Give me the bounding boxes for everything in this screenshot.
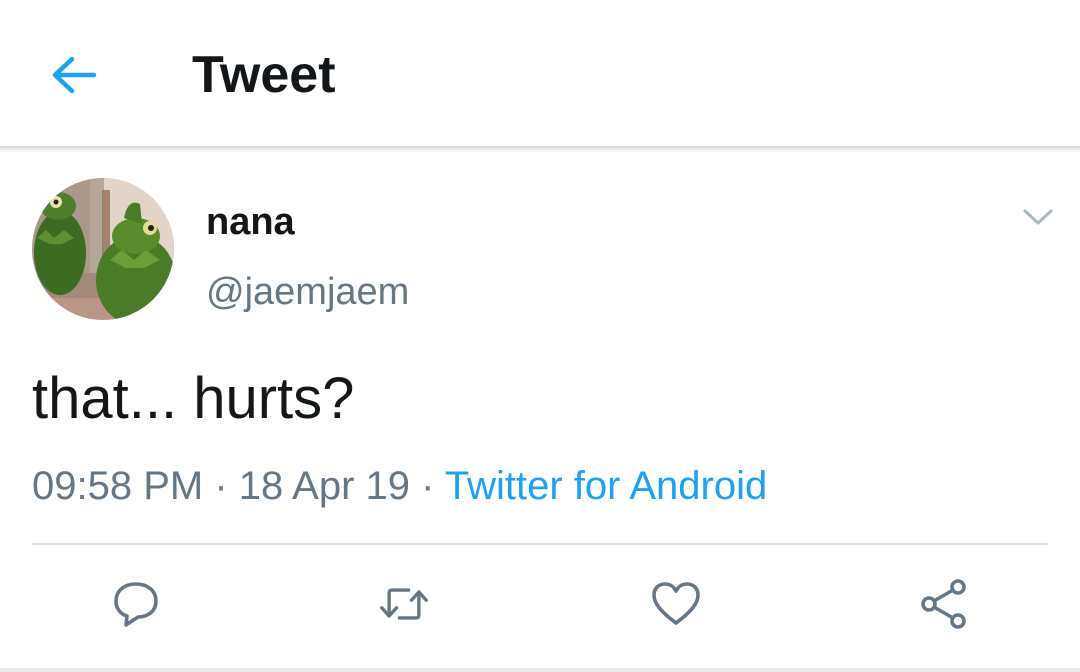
reply-icon (114, 582, 158, 627)
meta-separator: · (410, 464, 445, 508)
actions-divider (32, 543, 1048, 545)
kermit-avatar-image (32, 178, 174, 320)
avatar[interactable] (32, 178, 174, 320)
top-bar: Tweet (0, 0, 1080, 148)
tweet-text: that... hurts? (32, 366, 355, 431)
tweet-metadata: 09:58 PM · 18 Apr 19 · Twitter for Andro… (32, 462, 767, 510)
heart-icon (652, 582, 700, 625)
meta-separator: · (203, 464, 239, 508)
tweet-date: 18 Apr 19 (238, 464, 411, 508)
tweet-menu-button[interactable] (1018, 200, 1058, 234)
bottom-divider (0, 668, 1080, 672)
arrow-left-icon (52, 56, 96, 94)
back-button[interactable] (50, 52, 96, 98)
retweet-icon (380, 588, 428, 620)
user-handle[interactable]: @jaemjaem (206, 270, 409, 314)
retweet-button[interactable] (378, 578, 430, 630)
page-title: Tweet (192, 46, 336, 104)
share-icon (921, 579, 966, 629)
tweet-detail-screen: Tweet nana @jaemjaem that... hurts? 09:5… (0, 0, 1080, 672)
chevron-down-icon (1023, 209, 1053, 225)
display-name[interactable]: nana (206, 200, 295, 244)
reply-button[interactable] (110, 578, 162, 630)
tweet-time: 09:58 PM (32, 464, 204, 508)
tweet-source-link[interactable]: Twitter for Android (445, 464, 767, 508)
header-divider (0, 146, 1080, 152)
like-button[interactable] (650, 578, 702, 630)
share-button[interactable] (918, 578, 970, 630)
